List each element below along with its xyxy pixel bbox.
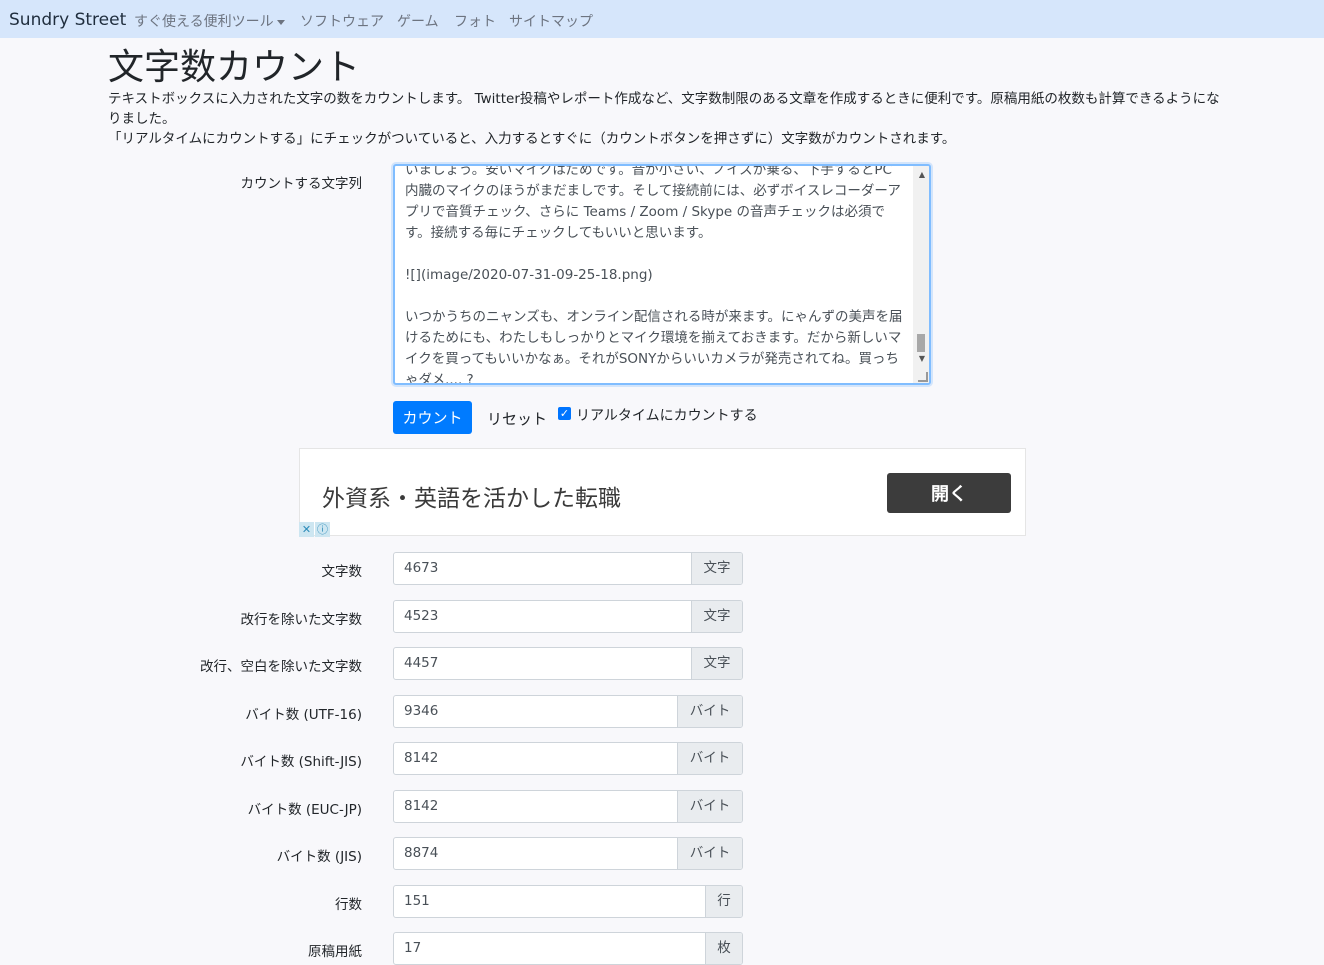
nav-item-sitemap[interactable]: サイトマップ (509, 11, 593, 31)
chevron-down-icon (276, 19, 285, 25)
description-line-2: 「リアルタイムにカウントする」にチェックがついていると、入力するとすぐに（カウン… (108, 131, 956, 147)
reset-button[interactable]: リセット (487, 408, 547, 429)
result-unit: 文字 (691, 601, 742, 632)
ad-banner[interactable]: 外資系・英語を活かした転職 開く (299, 448, 1026, 536)
result-field[interactable]: 8142 バイト (393, 742, 743, 775)
result-label: 行数 (335, 897, 362, 913)
text-input-content: いましょう。安いマイクはだめです。音が小さい、ノイズが乗る、下手するとPC内臓の… (405, 164, 903, 385)
result-field[interactable]: 8142 バイト (393, 790, 743, 823)
ad-controls: ✕ ⓘ (299, 522, 331, 537)
count-button[interactable]: カウント (393, 401, 472, 434)
result-unit: 文字 (691, 648, 742, 679)
brand-link[interactable]: Sundry Street (9, 10, 126, 30)
scroll-up-icon[interactable]: ▲ (919, 170, 925, 179)
result-field[interactable]: 4523 文字 (393, 600, 743, 633)
scrollbar-thumb[interactable] (917, 334, 925, 352)
ad-text: 外資系・英語を活かした転職 (322, 486, 621, 512)
result-field[interactable]: 9346 バイト (393, 695, 743, 728)
result-value[interactable]: 9346 (394, 696, 677, 727)
result-field[interactable]: 4457 文字 (393, 647, 743, 680)
result-value[interactable]: 4457 (394, 648, 691, 679)
result-label: バイト数 (Shift-JIS) (240, 754, 362, 770)
nav-item-tools[interactable]: すぐ使える便利ツール (134, 11, 285, 31)
nav-item-software[interactable]: ソフトウェア (300, 11, 384, 31)
result-unit: バイト (677, 696, 742, 727)
result-value[interactable]: 8874 (394, 838, 677, 869)
realtime-checkbox-label[interactable]: リアルタイムにカウントする (576, 405, 758, 425)
result-value[interactable]: 8142 (394, 743, 677, 774)
text-input-area[interactable]: いましょう。安いマイクはだめです。音が小さい、ノイズが乗る、下手するとPC内臓の… (393, 164, 931, 385)
result-unit: 枚 (705, 933, 742, 964)
result-value[interactable]: 4523 (394, 601, 691, 632)
result-unit: バイト (677, 838, 742, 869)
result-unit: バイト (677, 791, 742, 822)
result-field[interactable]: 17 枚 (393, 932, 743, 965)
result-value[interactable]: 151 (394, 886, 705, 917)
navbar: Sundry Street すぐ使える便利ツール ソフトウェア ゲーム フォト … (0, 0, 1324, 38)
result-value[interactable]: 4673 (394, 553, 691, 584)
result-value[interactable]: 17 (394, 933, 705, 964)
resize-handle-icon[interactable] (918, 372, 928, 382)
description-line-1: テキストボックスに入力された文字の数をカウントします。 Twitter投稿やレポ… (108, 91, 1220, 127)
result-label: バイト数 (EUC-JP) (247, 802, 362, 818)
result-field[interactable]: 151 行 (393, 885, 743, 918)
nav-item-games[interactable]: ゲーム (397, 11, 439, 31)
page-description: テキストボックスに入力された文字の数をカウントします。 Twitter投稿やレポ… (108, 89, 1228, 149)
result-label: バイト数 (UTF-16) (245, 707, 362, 723)
ad-close-icon[interactable]: ✕ (299, 522, 314, 537)
scroll-down-icon[interactable]: ▼ (919, 354, 925, 363)
page-title: 文字数カウント (108, 47, 361, 88)
result-label: 改行、空白を除いた文字数 (200, 659, 362, 675)
result-value[interactable]: 8142 (394, 791, 677, 822)
result-unit: 行 (705, 886, 742, 917)
result-field[interactable]: 4673 文字 (393, 552, 743, 585)
nav-item-photo[interactable]: フォト (454, 11, 496, 31)
result-field[interactable]: 8874 バイト (393, 837, 743, 870)
result-label: 原稿用紙 (308, 944, 362, 960)
ad-info-icon[interactable]: ⓘ (315, 522, 330, 537)
ad-open-button[interactable]: 開く (887, 473, 1011, 513)
input-label: カウントする文字列 (240, 176, 363, 192)
scrollbar[interactable]: ▲ ▼ (913, 166, 929, 383)
result-unit: 文字 (691, 553, 742, 584)
result-label: 改行を除いた文字数 (240, 612, 363, 628)
result-label: 文字数 (321, 564, 363, 580)
result-unit: バイト (677, 743, 742, 774)
realtime-checkbox[interactable]: ✓ (558, 407, 571, 420)
result-label: バイト数 (JIS) (276, 849, 362, 865)
